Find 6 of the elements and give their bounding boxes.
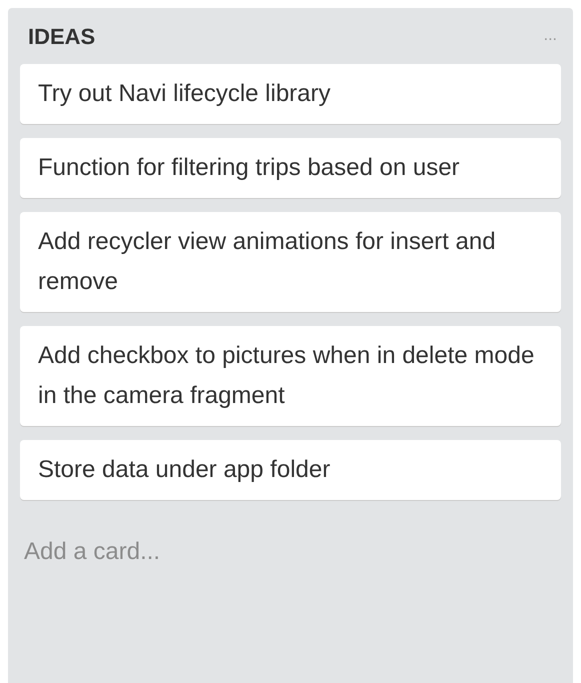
card[interactable]: Try out Navi lifecycle library (20, 64, 561, 124)
card[interactable]: Add recycler view animations for insert and remove (20, 212, 561, 312)
card[interactable]: Store data under app folder (20, 440, 561, 500)
list-title: IDEAS (28, 22, 96, 50)
card[interactable]: Add checkbox to pictures when in delete mode in the camera fragment (20, 326, 561, 426)
card[interactable]: Function for filtering trips based on user (20, 138, 561, 198)
